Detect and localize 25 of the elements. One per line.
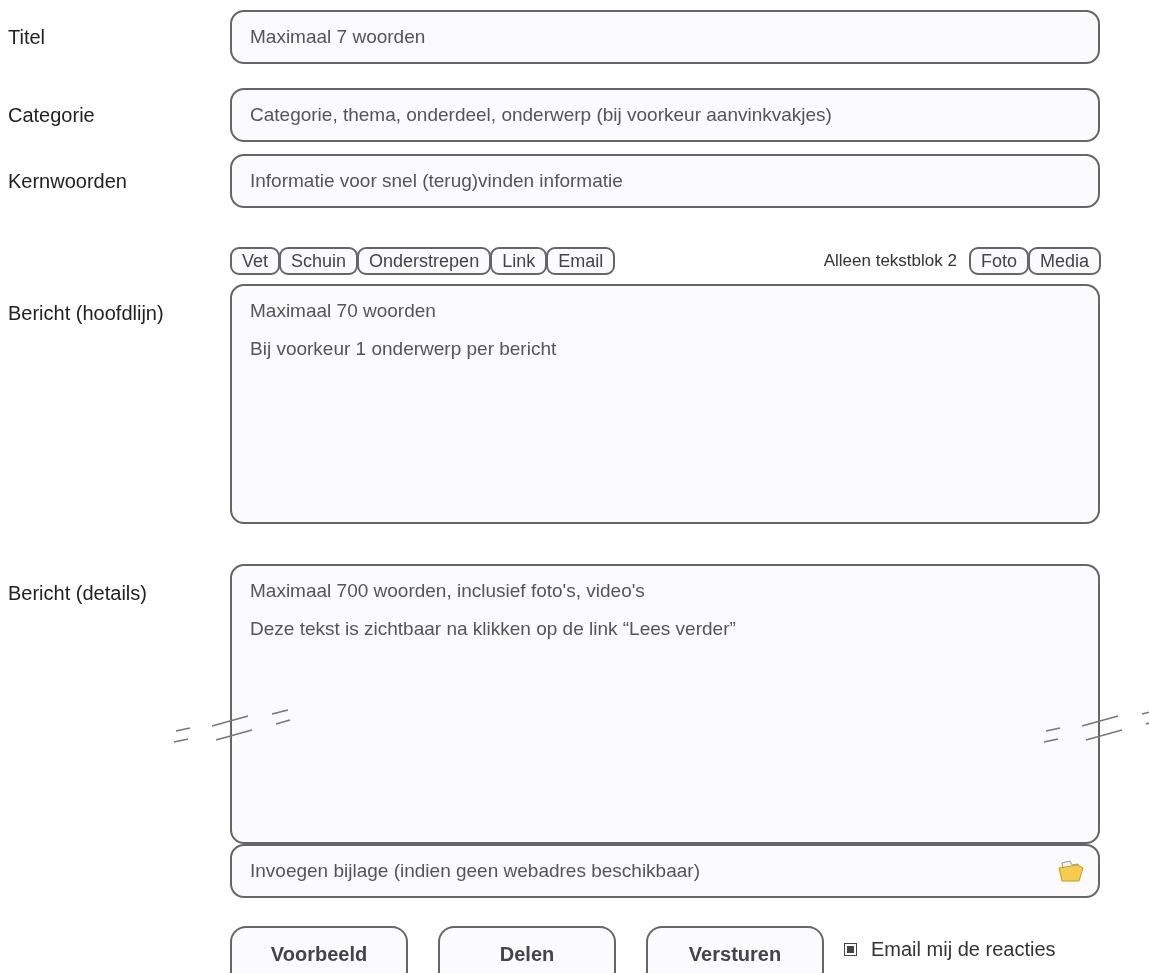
text-field[interactable]: Maximaal 7 woorden <box>230 10 1100 64</box>
format-button[interactable]: Onderstrepen <box>357 247 492 275</box>
field-label: Titel <box>8 25 47 49</box>
checkbox-label: Email mij de reacties <box>871 938 1056 961</box>
media-button[interactable]: Foto <box>968 247 1029 275</box>
text-field[interactable]: Categorie, thema, onderdeel, onderwerp (bij voorkeur aanvinkvakjes) <box>230 88 1100 142</box>
field-label: Bericht (hoofdlijn) <box>8 301 165 325</box>
checkbox[interactable] <box>844 943 857 956</box>
text-field[interactable]: Informatie voor snel (terug)vinden informatie <box>230 154 1100 208</box>
action-button[interactable]: Delen <box>438 926 616 973</box>
media-button[interactable]: Media <box>1027 247 1101 275</box>
action-button[interactable]: Voorbeeld <box>230 926 408 973</box>
field-label: Bericht (details) <box>8 581 148 605</box>
toolbar-note: Alleen tekstblok 2 <box>823 251 957 271</box>
format-button[interactable]: Link <box>490 247 548 275</box>
attachment-field[interactable]: Invoegen bijlage (indien geen webadres beschikbaar) <box>230 844 1100 898</box>
folder-icon <box>1058 859 1084 883</box>
format-button[interactable]: Email <box>546 247 616 275</box>
format-button[interactable]: Vet <box>230 247 281 275</box>
field-label: Kernwoorden <box>8 169 128 193</box>
message-field[interactable]: Maximaal 70 woorden Bij voorkeur 1 onderwerp per bericht <box>230 284 1100 524</box>
message-field[interactable]: Maximaal 700 woorden, inclusief foto's, video's Deze tekst is zichtbaar na klikken op de link “Lees verder” <box>230 564 1100 844</box>
action-button[interactable]: Versturen <box>646 926 824 973</box>
format-button[interactable]: Schuin <box>279 247 359 275</box>
field-label: Categorie <box>8 103 96 127</box>
